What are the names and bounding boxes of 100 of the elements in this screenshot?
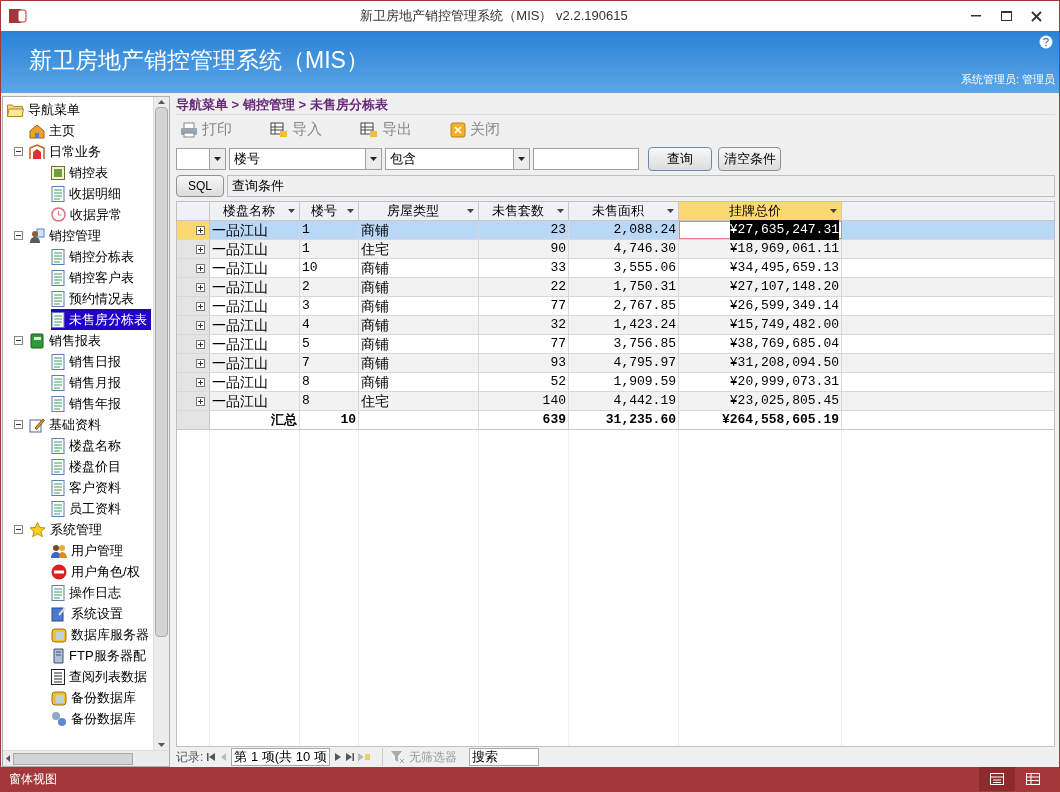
last-record-icon[interactable]: [345, 753, 354, 761]
row-selector[interactable]: [177, 259, 210, 277]
tree-item[interactable]: 系统管理: [29, 519, 106, 540]
operator-combo[interactable]: 包含: [385, 148, 530, 170]
collapse-toggle[interactable]: [13, 231, 23, 240]
expand-icon[interactable]: [196, 396, 205, 406]
tree-item[interactable]: 收据异常: [51, 204, 126, 225]
dropdown-arrow-icon: [214, 157, 221, 161]
collapse-toggle[interactable]: [13, 147, 23, 156]
vertical-scrollbar[interactable]: [153, 97, 169, 750]
tree-item[interactable]: 销控分栋表: [51, 246, 138, 267]
table-cell-text: ¥20,999,073.31: [729, 373, 839, 392]
tree-item[interactable]: 销售月报: [51, 372, 125, 393]
table-row[interactable]: 一品江山 1 商铺 23 2,088.24 ¥27,635,247.31: [177, 221, 1054, 240]
expand-icon[interactable]: [196, 263, 205, 273]
row-selector[interactable]: [177, 278, 210, 296]
tree-item[interactable]: 收据明细: [51, 183, 125, 204]
document-icon: [51, 290, 65, 307]
tree-item[interactable]: 销控客户表: [51, 267, 138, 288]
value-input[interactable]: [533, 148, 639, 170]
table-row[interactable]: 一品江山 2 商铺 22 1,750.31 ¥27,107,148.20: [177, 278, 1054, 297]
tree-item[interactable]: 查阅列表数据: [51, 666, 151, 687]
expand-icon[interactable]: [196, 225, 205, 235]
column-combo[interactable]: [176, 148, 226, 170]
tree-item[interactable]: 主页: [29, 120, 79, 141]
expand-icon[interactable]: [196, 282, 205, 292]
tree-item[interactable]: 操作日志: [51, 582, 125, 603]
column-header[interactable]: 未售套数: [479, 202, 569, 220]
collapse-toggle[interactable]: [13, 420, 23, 429]
help-icon[interactable]: [1039, 35, 1053, 49]
tree-item[interactable]: 销售报表: [29, 330, 105, 351]
tree-item[interactable]: 客户资料: [51, 477, 125, 498]
scroll-up-icon[interactable]: [158, 97, 165, 107]
row-selector[interactable]: [177, 297, 210, 315]
search-field[interactable]: 搜索: [468, 748, 539, 766]
expand-icon[interactable]: [196, 244, 205, 254]
tree-item[interactable]: 用户角色/权: [51, 561, 144, 582]
tree-item[interactable]: FTP服务器配: [51, 645, 150, 666]
table-row[interactable]: 一品江山 8 商铺 52 1,909.59 ¥20,999,073.31: [177, 373, 1054, 392]
scrollbar-thumb[interactable]: [13, 752, 133, 765]
tree-item[interactable]: 销售日报: [51, 351, 125, 372]
next-record-icon[interactable]: [333, 753, 342, 761]
tree-item[interactable]: 备份数据库: [51, 708, 140, 729]
tree-root-label[interactable]: 导航菜单: [28, 99, 80, 120]
tree-item[interactable]: 基础资料: [29, 414, 105, 435]
horizontal-scrollbar[interactable]: [3, 750, 169, 766]
column-header[interactable]: 挂牌总价: [679, 202, 842, 220]
column-header[interactable]: 楼盘名称: [210, 202, 300, 220]
expand-icon[interactable]: [196, 339, 205, 349]
row-selector[interactable]: [177, 221, 210, 239]
tree-item[interactable]: 销控表: [51, 162, 112, 183]
scroll-left-icon[interactable]: [3, 755, 13, 762]
sql-button[interactable]: SQL: [176, 175, 224, 197]
row-selector[interactable]: [177, 316, 210, 334]
expand-icon[interactable]: [196, 358, 205, 368]
tree-item[interactable]: 系统设置: [51, 603, 127, 624]
table-row[interactable]: 一品江山 1 住宅 90 4,746.30 ¥18,969,061.11: [177, 240, 1054, 259]
form-view-button[interactable]: [979, 767, 1015, 791]
record-position-field[interactable]: 第 1 项(共 10 项: [231, 748, 330, 766]
search-button[interactable]: 查询: [648, 147, 712, 171]
tree-item[interactable]: 销控管理: [29, 225, 105, 246]
row-selector[interactable]: [177, 354, 210, 372]
row-selector[interactable]: [177, 240, 210, 258]
scroll-down-icon[interactable]: [158, 740, 165, 750]
table-row[interactable]: 一品江山 8 住宅 140 4,442.19 ¥23,025,805.45: [177, 392, 1054, 411]
tree-item[interactable]: 楼盘名称: [51, 435, 125, 456]
dropdown-arrow-icon: [830, 209, 837, 213]
row-selector[interactable]: [177, 373, 210, 391]
condition-field[interactable]: 查询条件: [227, 175, 1055, 197]
record-label: 记录:: [176, 749, 204, 766]
tree-item[interactable]: 数据库服务器: [51, 624, 153, 645]
row-selector[interactable]: [177, 335, 210, 353]
table-row[interactable]: 一品江山 3 商铺 77 2,767.85 ¥26,599,349.14: [177, 297, 1054, 316]
table-row[interactable]: 一品江山 7 商铺 93 4,795.97 ¥31,208,094.50: [177, 354, 1054, 373]
column-header[interactable]: 房屋类型: [359, 202, 479, 220]
collapse-toggle[interactable]: [13, 336, 23, 345]
tree-item[interactable]: 备份数据库: [51, 687, 140, 708]
expand-icon[interactable]: [196, 301, 205, 311]
table-row[interactable]: 一品江山 10 商铺 33 3,555.06 ¥34,495,659.13: [177, 259, 1054, 278]
collapse-toggle[interactable]: [13, 525, 23, 534]
expand-icon[interactable]: [196, 377, 205, 387]
tree-item[interactable]: 员工资料: [51, 498, 125, 519]
row-selector[interactable]: [177, 392, 210, 410]
column-header[interactable]: 楼号: [300, 202, 359, 220]
first-record-icon[interactable]: [207, 753, 216, 761]
scrollbar-thumb[interactable]: [155, 107, 168, 637]
expand-icon[interactable]: [196, 320, 205, 330]
field-combo[interactable]: 楼号: [229, 148, 382, 170]
clear-button[interactable]: 清空条件: [718, 147, 781, 171]
tree-item[interactable]: 日常业务: [29, 141, 105, 162]
table-cell-text: 93: [550, 354, 566, 373]
table-cell-text: ¥15,749,482.00: [729, 316, 839, 335]
table-row[interactable]: 一品江山 5 商铺 77 3,756.85 ¥38,769,685.04: [177, 335, 1054, 354]
tree-item[interactable]: 销售年报: [51, 393, 125, 414]
tree-item[interactable]: 用户管理: [51, 540, 127, 561]
tree-item[interactable]: 预约情况表: [51, 288, 138, 309]
tree-item[interactable]: 楼盘价目: [51, 456, 125, 477]
table-cell-text: 32: [550, 316, 566, 335]
table-row[interactable]: 一品江山 4 商铺 32 1,423.24 ¥15,749,482.00: [177, 316, 1054, 335]
tree-item[interactable]: 未售房分栋表: [51, 309, 151, 330]
